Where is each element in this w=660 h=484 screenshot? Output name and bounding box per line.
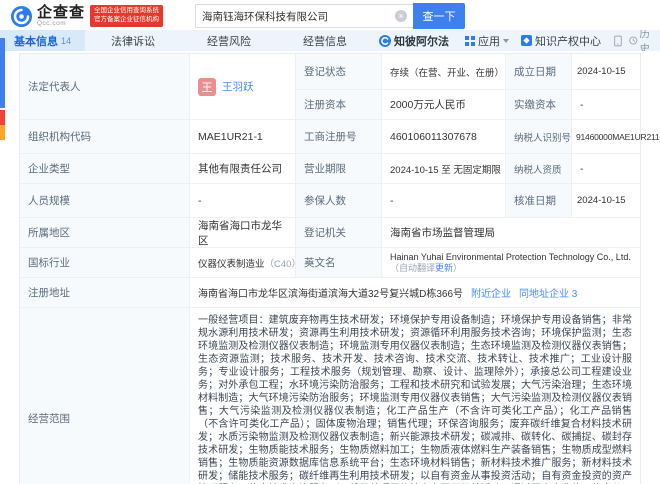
field-label-taxpayer-id: 纳税人识别号 — [506, 120, 572, 154]
field-label-legal-rep: 法定代表人 — [20, 54, 190, 120]
biz-term-value: 2024-10-15 至 无固定期限 — [382, 154, 506, 184]
mobile-icon[interactable] — [614, 34, 622, 48]
field-label-reg-capital: 注册资本 — [296, 90, 382, 120]
auto-translate-note: （自动翻译 — [390, 262, 436, 273]
tab-legal-label: 法律诉讼 — [111, 35, 156, 48]
field-label-reg-authority: 登记机关 — [296, 218, 382, 248]
logo-en: Qcc.com — [37, 19, 67, 27]
field-label-est-date: 成立日期 — [506, 54, 572, 90]
zhibi-alpha-icon — [379, 34, 392, 47]
field-label-business-scope: 经营范围 — [20, 308, 190, 484]
business-scope-text: 一般经营项目：建筑废弃物再生技术研发；环境保护专用设备制造；环境保护专用设备销售… — [198, 315, 632, 482]
staff-size-value: - — [190, 184, 296, 218]
search-input[interactable] — [202, 10, 396, 22]
field-label-insured-count: 参保人数 — [296, 184, 382, 218]
logo-text[interactable]: 企查查 Qcc.com — [37, 5, 85, 28]
field-label-reg-status: 登记状态 — [296, 54, 382, 90]
auto-translate-note-close: ） — [453, 262, 463, 273]
field-label-company-type: 企业类型 — [20, 154, 190, 184]
reg-capital-value: 2000万元人民币 — [382, 90, 506, 120]
region-value: 海南省海口市龙华区 — [190, 218, 296, 248]
nearby-companies-link[interactable]: 附近企业 — [471, 285, 511, 300]
paid-capital-value: - — [572, 90, 640, 120]
tab-basic-info[interactable]: 基本信息 14 — [0, 30, 86, 51]
field-label-biz-term: 营业期限 — [296, 154, 382, 184]
english-name-value: Hainan Yuhai Environmental Protection Te… — [382, 248, 640, 278]
tab-risk[interactable]: 经营风险 — [181, 30, 277, 51]
tab-basic-info-label: 基本信息 — [14, 35, 58, 48]
field-label-industry: 国标行业 — [20, 248, 190, 278]
field-label-biz-reg-no: 工商注册号 — [296, 120, 382, 154]
field-label-approval-date: 核准日期 — [506, 184, 572, 218]
reg-address-text: 海南省海口市龙华区滨海街道滨海大道32号复兴城D栋366号 — [198, 289, 464, 300]
reg-address-value: 海南省海口市龙华区滨海街道滨海大道32号复兴城D栋366号 附近企业 同地址企业… — [190, 278, 640, 308]
caret-down-icon — [503, 38, 510, 43]
history-button[interactable]: 历史 — [629, 30, 656, 51]
reg-authority-value: 海南省市场监督管理局 — [382, 218, 640, 248]
zhibi-alpha-entry[interactable]: 知彼阿尔法 — [373, 30, 455, 51]
est-date-value: 2024-10-15 — [572, 54, 640, 90]
history-label: 历史 — [639, 30, 651, 51]
taxpayer-id-value: 91460000MAE1UR211Q — [572, 120, 660, 154]
industry-name: 仪器仪表制造业 — [198, 258, 265, 270]
field-label-staff-size: 人员规模 — [20, 184, 190, 218]
gov-badge: 全国企业信用查询系统 官方备案企业征信机构 — [90, 5, 164, 27]
search-box[interactable]: × — [195, 4, 414, 28]
translate-update-link[interactable]: 更新 — [435, 263, 453, 273]
tabbar-right-icons: 历史 SVIP 会员服务 — [607, 30, 660, 51]
qcc-logo-icon[interactable] — [10, 5, 33, 28]
clear-search-icon[interactable]: × — [395, 10, 408, 22]
tab-risk-label: 经营风险 — [207, 35, 252, 48]
approval-date-value: 2024-10-15 — [572, 184, 640, 218]
insured-count-value: - — [382, 184, 506, 218]
apps-label: 应用 — [478, 35, 501, 48]
history-icon — [629, 36, 638, 45]
chevron-down-icon[interactable] — [305, 259, 314, 266]
ip-center-label: 知识产权中心 — [535, 35, 602, 48]
field-label-paid-capital: 实缴资本 — [506, 90, 572, 120]
left-accent-strip-blue — [0, 38, 5, 108]
apps-grid-icon — [465, 35, 476, 46]
avatar: 王 — [198, 77, 216, 96]
gov-badge-line1: 全国企业信用查询系统 — [94, 7, 160, 15]
company-basic-info-table: 法定代表人 王 王羽跃 登记状态 存续（在营、开业、在册） 成立日期 2024-… — [19, 53, 660, 484]
company-type-value: 其他有限责任公司 — [190, 154, 296, 184]
tab-bar: 基本信息 14 法律诉讼 经营风险 经营信息 知彼阿尔法 应用 知识产权中心 历… — [0, 30, 660, 51]
tab-operation-label: 经营信息 — [303, 35, 348, 48]
taxpayer-qual-value: - — [572, 154, 640, 184]
zhibi-alpha-label: 知彼阿尔法 — [394, 35, 450, 48]
ip-center-entry[interactable]: 知识产权中心 — [515, 30, 607, 51]
apps-menu[interactable]: 应用 — [459, 30, 515, 51]
logo-cn: 企查查 — [37, 3, 86, 21]
field-label-reg-address: 注册地址 — [20, 278, 190, 308]
english-name-text: Hainan Yuhai Environmental Protection Te… — [390, 251, 631, 262]
org-code-value: MAE1UR21-1 — [190, 120, 296, 154]
industry-value: 仪器仪表制造业 （C40） — [190, 248, 314, 278]
ip-center-icon — [521, 35, 533, 46]
field-label-region: 所属地区 — [20, 218, 190, 248]
site-header: 企查查 Qcc.com 全国企业信用查询系统 官方备案企业征信机构 × 查一下 — [0, 0, 660, 30]
same-address-companies-link[interactable]: 同地址企业 3 — [519, 285, 577, 300]
legal-rep-link[interactable]: 王羽跃 — [222, 79, 254, 94]
reg-status-value: 存续（在营、开业、在册） — [382, 54, 506, 90]
gov-badge-line2: 官方备案企业征信机构 — [94, 16, 160, 23]
field-label-taxpayer-qual: 纳税人资质 — [506, 154, 572, 184]
left-accent-strip-red — [0, 110, 5, 125]
legal-rep-value: 王 王羽跃 — [190, 54, 296, 120]
industry-code: （C40） — [264, 258, 301, 270]
search-button[interactable]: 查一下 — [413, 3, 466, 29]
tab-legal[interactable]: 法律诉讼 — [85, 30, 181, 51]
left-accent-strip-orange — [0, 125, 5, 140]
tab-operation[interactable]: 经营信息 — [277, 30, 373, 51]
tab-basic-info-count: 14 — [61, 35, 72, 46]
search-bar: × 查一下 — [195, 3, 466, 29]
biz-reg-no-value: 460106011307678 — [382, 120, 506, 154]
field-label-org-code: 组织机构代码 — [20, 120, 190, 154]
